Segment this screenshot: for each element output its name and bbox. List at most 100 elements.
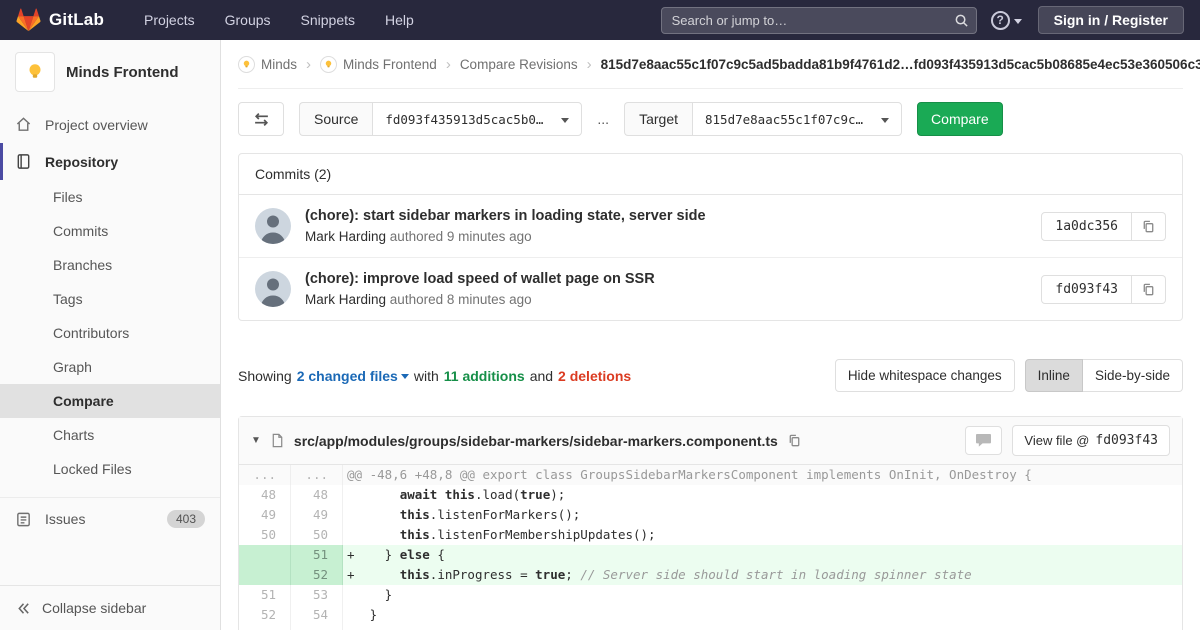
inline-view-button[interactable]: Inline [1025,359,1083,392]
commit-title-link[interactable]: (chore): improve load speed of wallet pa… [305,271,1027,287]
diff-summary-actions: Hide whitespace changes Inline Side-by-s… [835,359,1183,392]
help-menu[interactable]: ? [991,11,1022,30]
sidebar-item-compare[interactable]: Compare [0,384,220,418]
view-file-label: View file @ [1024,433,1089,448]
sidebar-item-project-overview[interactable]: Project overview [0,106,220,143]
copy-path-icon[interactable] [787,433,802,448]
commit-author-link[interactable]: Mark Harding [305,229,386,244]
sidebar: Minds Frontend Project overview Reposito… [0,40,221,630]
breadcrumb-item[interactable]: Minds [238,56,297,73]
main-content: Minds›Minds Frontend›Compare Revisions›8… [221,40,1200,630]
new-line-number[interactable]: ... [291,465,343,485]
old-line-number[interactable]: 51 [239,585,291,605]
nav-menu: ProjectsGroupsSnippetsHelp [132,6,426,34]
sidebar-item-graph[interactable]: Graph [0,350,220,384]
search-input[interactable] [661,7,977,34]
new-line-number[interactable]: 54 [291,605,343,625]
nav-menu-item-groups[interactable]: Groups [213,6,283,34]
new-line-number[interactable]: 51 [291,545,343,565]
sidebar-item-branches[interactable]: Branches [0,248,220,282]
hide-whitespace-button[interactable]: Hide whitespace changes [835,359,1015,392]
issues-count-badge: 403 [167,510,205,528]
source-branch-dropdown[interactable]: fd093f435913d5cac5b0… [372,102,582,136]
new-line-number[interactable]: 49 [291,505,343,525]
sidebar-item-repository[interactable]: Repository [0,143,220,180]
new-line-number[interactable]: 48 [291,485,343,505]
new-line-number[interactable]: 55 [291,625,343,630]
repository-icon [15,153,32,170]
target-branch-dropdown[interactable]: 815d7e8aac55c1f07c9c… [692,102,902,136]
diff-file-header: ▼ src/app/modules/groups/sidebar-markers… [239,417,1182,465]
changed-files-count: 2 changed files [297,368,398,384]
swap-arrows-icon [253,112,270,127]
commit-info: (chore): start sidebar markers in loadin… [305,208,1027,244]
new-line-number[interactable]: 50 [291,525,343,545]
commits-list: (chore): start sidebar markers in loadin… [239,195,1182,320]
collapse-sidebar-button[interactable]: Collapse sidebar [0,585,220,630]
sidebar-item-locked-files[interactable]: Locked Files [0,452,220,486]
old-line-number[interactable]: 50 [239,525,291,545]
chevron-down-icon [561,118,569,127]
breadcrumb-separator: › [446,56,451,73]
old-line-number[interactable]: 53 [239,625,291,630]
side-by-side-view-button[interactable]: Side-by-side [1083,359,1183,392]
sidebar-item-charts[interactable]: Charts [0,418,220,452]
commit-sha-group: 1a0dc356 [1041,212,1166,241]
breadcrumb-label: Minds [261,57,297,72]
issues-icon [15,511,32,528]
sidebar-item-tags[interactable]: Tags [0,282,220,316]
sidebar-item-issues[interactable]: Issues 403 [0,497,220,540]
copy-sha-button[interactable] [1132,275,1166,304]
file-text-icon [270,433,285,448]
user-avatar[interactable] [255,208,291,244]
old-line-number[interactable] [239,545,291,565]
nav-menu-item-snippets[interactable]: Snippets [289,6,367,34]
toggle-comments-button[interactable] [965,426,1002,455]
commit-sha-button[interactable]: 1a0dc356 [1041,212,1132,241]
project-context[interactable]: Minds Frontend [0,40,220,106]
collapse-diff-icon[interactable]: ▼ [251,435,261,446]
old-line-number[interactable]: 48 [239,485,291,505]
nav-menu-item-help[interactable]: Help [373,6,426,34]
old-line-number[interactable]: ... [239,465,291,485]
gitlab-brand[interactable]: GitLab [16,8,104,33]
nav-menu-item-projects[interactable]: Projects [132,6,207,34]
view-file-sha: fd093f43 [1095,433,1158,448]
target-label: Target [624,102,692,136]
sidebar-item-files[interactable]: Files [0,180,220,214]
source-ref-group: Source fd093f435913d5cac5b0… [299,102,582,136]
page-layout: Minds Frontend Project overview Reposito… [0,40,1200,630]
commit-title-link[interactable]: (chore): start sidebar markers in loadin… [305,208,1027,224]
breadcrumb-item[interactable]: Compare Revisions [460,57,578,72]
diff-file-panel: ▼ src/app/modules/groups/sidebar-markers… [238,416,1183,630]
changed-files-dropdown[interactable]: 2 changed files [297,368,409,384]
additions-count: 11 additions [444,368,525,384]
commit-meta: Mark Harding authored 8 minutes ago [305,292,1027,307]
old-line-number[interactable]: 49 [239,505,291,525]
diff-code: + } else { [343,545,1182,565]
commit-sha-button[interactable]: fd093f43 [1041,275,1132,304]
sidebar-item-label: Repository [45,154,118,170]
old-line-number[interactable]: 52 [239,605,291,625]
sidebar-item-commits[interactable]: Commits [0,214,220,248]
diff-header-actions: View file @ fd093f43 [965,425,1170,456]
user-avatar[interactable] [255,271,291,307]
copy-sha-button[interactable] [1132,212,1166,241]
new-line-number[interactable]: 53 [291,585,343,605]
file-path[interactable]: src/app/modules/groups/sidebar-markers/s… [294,433,778,449]
diff-code: } [343,585,1182,605]
old-line-number[interactable] [239,565,291,585]
breadcrumb-item[interactable]: Minds Frontend [320,56,437,73]
new-line-number[interactable]: 52 [291,565,343,585]
breadcrumb: Minds›Minds Frontend›Compare Revisions›8… [238,40,1183,89]
breadcrumb-separator: › [306,56,311,73]
sidebar-item-contributors[interactable]: Contributors [0,316,220,350]
breadcrumb-label: Minds Frontend [343,57,437,72]
sign-in-button[interactable]: Sign in / Register [1038,6,1184,34]
diff-code: @@ -48,6 +48,8 @@ export class GroupsSid… [343,465,1182,485]
view-file-button[interactable]: View file @ fd093f43 [1012,425,1170,456]
compare-button[interactable]: Compare [917,102,1003,136]
swap-revisions-button[interactable] [238,102,284,136]
chevron-down-icon [881,118,889,127]
commit-author-link[interactable]: Mark Harding [305,292,386,307]
